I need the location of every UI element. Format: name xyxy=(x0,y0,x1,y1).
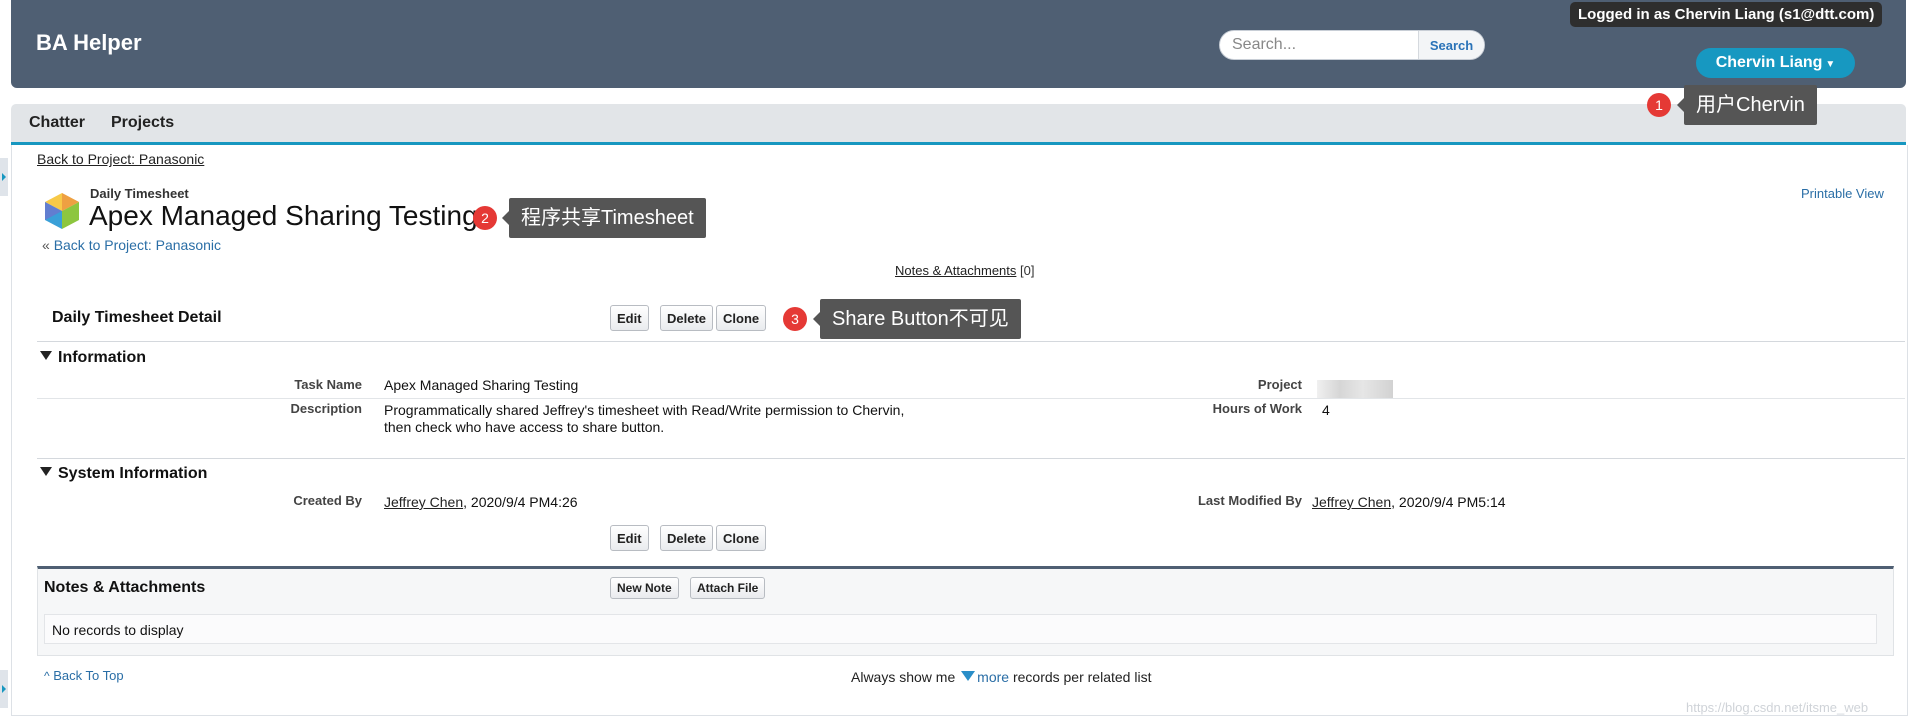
empty-records-row: No records to display xyxy=(44,614,1877,644)
project-label: Project xyxy=(1257,377,1302,392)
description-label: Description xyxy=(290,401,362,416)
record-title: Apex Managed Sharing Testing xyxy=(89,200,478,231)
hours-of-work-label: Hours of Work xyxy=(1212,401,1302,416)
project-value-redacted xyxy=(1317,380,1393,399)
user-menu-button[interactable]: Chervin Liang ▼ xyxy=(1696,48,1855,78)
tab-bar: Chatter Projects xyxy=(11,104,1906,145)
created-by-label: Created By xyxy=(293,493,362,508)
created-by-user-link[interactable]: Jeffrey Chen xyxy=(384,494,463,510)
system-information-toggle[interactable]: System Information xyxy=(40,465,207,483)
search-box: Search xyxy=(1219,30,1485,60)
breadcrumb-back-link[interactable]: Back to Project: Panasonic xyxy=(37,151,204,167)
divider xyxy=(37,341,1905,342)
edit-button[interactable]: Edit xyxy=(610,305,649,331)
information-section-toggle[interactable]: Information xyxy=(40,349,146,367)
clone-button-bottom[interactable]: Clone xyxy=(716,525,767,551)
modified-by-date: , 2020/9/4 PM5:14 xyxy=(1391,494,1506,510)
notes-attachments-list: Notes & Attachments New Note Attach File… xyxy=(37,566,1894,656)
notes-attachments-jump: Notes & Attachments [0] xyxy=(895,263,1035,278)
app-title: BA Helper xyxy=(36,30,142,55)
edit-button-bottom[interactable]: Edit xyxy=(610,525,649,551)
created-by-date: , 2020/9/4 PM4:26 xyxy=(463,494,578,510)
per-list-text: records per related list xyxy=(1012,669,1152,685)
modified-by-user-link[interactable]: Jeffrey Chen xyxy=(1312,494,1391,510)
notes-attachments-link[interactable]: Notes & Attachments xyxy=(895,263,1016,278)
annotation-badge-2: 2 xyxy=(473,206,497,230)
back-arrow-icon: « xyxy=(42,237,50,253)
printable-view-link[interactable]: Printable View xyxy=(1801,186,1884,201)
collapse-triangle-icon xyxy=(40,467,52,477)
main-content: Back to Project: Panasonic Daily Timeshe… xyxy=(11,145,1908,716)
no-records-text: No records to display xyxy=(52,622,184,638)
created-by-value: Jeffrey Chen, 2020/9/4 PM4:26 xyxy=(384,494,578,510)
chevron-up-icon: ^ xyxy=(44,669,50,683)
logged-in-banner: Logged in as Chervin Liang (s1@dtt.com) xyxy=(1570,2,1883,27)
annotation-callout-2: 程序共享Timesheet xyxy=(502,198,706,238)
annotation-badge-1: 1 xyxy=(1647,93,1671,117)
task-name-label: Task Name xyxy=(294,377,362,392)
system-information-title: System Information xyxy=(58,465,208,482)
description-line-2: then check who have access to share butt… xyxy=(384,419,665,435)
new-note-button[interactable]: New Note xyxy=(610,577,679,599)
record-back-link[interactable]: Back to Project: Panasonic xyxy=(54,237,221,253)
notes-count: [0] xyxy=(1020,263,1035,278)
delete-button[interactable]: Delete xyxy=(660,305,714,331)
watermark-text: https://blog.csdn.net/itsme_web xyxy=(1686,700,1869,715)
records-per-list-control: Always show me more records per related … xyxy=(851,669,1151,685)
hours-of-work-value: 4 xyxy=(1322,402,1330,418)
tab-projects[interactable]: Projects xyxy=(111,114,174,132)
last-modified-by-label: Last Modified By xyxy=(1197,493,1302,508)
record-object-type: Daily Timesheet xyxy=(90,186,189,201)
divider xyxy=(37,398,1905,399)
annotation-callout-1: 用户Chervin xyxy=(1677,85,1817,125)
timesheet-cube-icon xyxy=(45,193,79,229)
notes-attachments-heading: Notes & Attachments xyxy=(44,579,206,596)
information-section-title: Information xyxy=(58,349,146,366)
search-input[interactable] xyxy=(1220,31,1420,59)
description-line-1: Programmatically shared Jeffrey's timesh… xyxy=(384,402,905,418)
always-show-text: Always show me xyxy=(851,669,956,685)
chevron-down-icon: ▼ xyxy=(1825,59,1836,70)
annotation-callout-3: Share Button不可见 xyxy=(813,299,1021,339)
sidebar-expand-handle-bottom[interactable] xyxy=(0,670,8,708)
search-button[interactable]: Search xyxy=(1418,31,1484,59)
more-dropdown-icon[interactable] xyxy=(961,671,976,682)
back-to-top-label: Back To Top xyxy=(53,668,124,683)
sidebar-expand-handle[interactable] xyxy=(0,158,8,196)
user-menu-label: Chervin Liang xyxy=(1715,54,1823,71)
record-back-link-row: « Back to Project: Panasonic xyxy=(42,237,221,253)
delete-button-bottom[interactable]: Delete xyxy=(660,525,714,551)
divider xyxy=(37,458,1905,459)
back-to-top-link[interactable]: ^ Back To Top xyxy=(44,668,124,683)
annotation-badge-3: 3 xyxy=(783,307,807,331)
detail-heading: Daily Timesheet Detail xyxy=(52,309,222,326)
more-link[interactable]: more xyxy=(977,669,1009,685)
task-name-value: Apex Managed Sharing Testing xyxy=(384,377,579,393)
collapse-triangle-icon xyxy=(40,351,52,361)
attach-file-button[interactable]: Attach File xyxy=(690,577,766,599)
clone-button[interactable]: Clone xyxy=(716,305,767,331)
last-modified-by-value: Jeffrey Chen, 2020/9/4 PM5:14 xyxy=(1312,494,1506,510)
tab-chatter[interactable]: Chatter xyxy=(29,114,85,132)
